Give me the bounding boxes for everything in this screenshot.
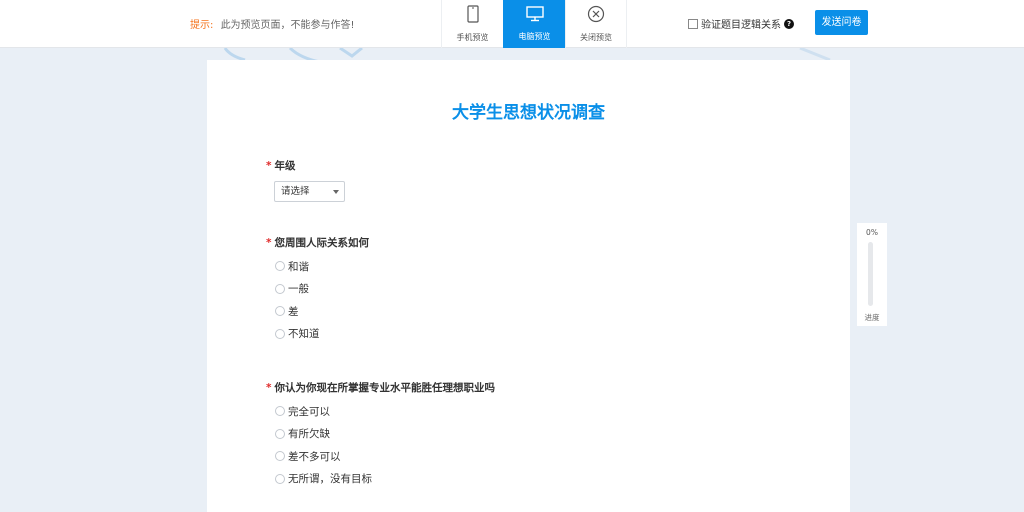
- phone-icon: [466, 5, 479, 27]
- preview-mode-group: 手机预览 电脑预览 关闭预览: [441, 0, 627, 48]
- required-mark: *: [266, 382, 272, 394]
- logic-check-option[interactable]: 验证题目逻辑关系 ?: [688, 16, 794, 31]
- radio-option[interactable]: 差: [275, 300, 369, 323]
- radio-button[interactable]: [275, 283, 285, 294]
- option-label: 差不多可以: [288, 450, 341, 463]
- mode-label: 手机预览: [456, 33, 489, 42]
- question-text: 您周围人际关系如何: [274, 237, 370, 249]
- send-survey-button[interactable]: 发送问卷: [815, 10, 868, 35]
- question-relationships: * 您周围人际关系如何 和谐 一般 差 不知道: [266, 235, 369, 345]
- radio-button[interactable]: [275, 261, 285, 272]
- required-mark: *: [266, 160, 272, 172]
- mode-label: 关闭预览: [580, 33, 612, 42]
- tab-mobile-preview[interactable]: 手机预览: [441, 0, 503, 48]
- logic-checkbox[interactable]: [688, 18, 698, 29]
- question-professional-skill: * 你认为你现在所掌握专业水平能胜任理想职业吗 完全可以 有所欠缺 差不多可以 无…: [266, 380, 495, 490]
- option-label: 和谐: [288, 260, 309, 273]
- radio-button[interactable]: [275, 473, 285, 484]
- select-value: 请选择: [281, 186, 310, 197]
- survey-title: 大学生思想状况调查: [452, 103, 605, 123]
- hint-label: 提示:: [190, 20, 214, 31]
- question-title: * 你认为你现在所掌握专业水平能胜任理想职业吗: [266, 380, 495, 395]
- radio-button[interactable]: [275, 428, 285, 439]
- radio-button[interactable]: [275, 451, 285, 462]
- preview-hint: 提示: 此为预览页面，不能参与作答!: [190, 16, 355, 31]
- top-toolbar: 提示: 此为预览页面，不能参与作答! 手机预览 电脑预览 关闭预览 验证题目逻辑…: [0, 0, 1024, 48]
- required-mark: *: [266, 237, 272, 249]
- help-icon[interactable]: ?: [784, 18, 794, 29]
- radio-button[interactable]: [275, 406, 285, 417]
- radio-button[interactable]: [275, 306, 285, 317]
- chevron-down-icon: [333, 190, 339, 194]
- radio-option[interactable]: 和谐: [275, 255, 369, 278]
- progress-percent: 0%: [866, 228, 878, 237]
- progress-widget: 0% 进度: [857, 223, 887, 326]
- option-label: 一般: [288, 283, 309, 296]
- close-circle-icon: [587, 5, 605, 27]
- survey-panel: 大学生思想状况调查 * 年级 请选择 * 您周围人际关系如何 和谐 一般 差 不知道…: [207, 60, 850, 512]
- question-title: * 年级: [266, 158, 345, 173]
- hint-text: 此为预览页面，不能参与作答!: [220, 20, 355, 31]
- question-title: * 您周围人际关系如何: [266, 235, 369, 250]
- radio-option[interactable]: 差不多可以: [275, 445, 495, 468]
- radio-option[interactable]: 无所谓，没有目标: [275, 468, 495, 491]
- tab-close-preview[interactable]: 关闭预览: [565, 0, 627, 48]
- logic-check-label: 验证题目逻辑关系: [701, 20, 781, 31]
- radio-button[interactable]: [275, 328, 285, 339]
- progress-track: [868, 242, 873, 306]
- question-grade: * 年级 请选择: [266, 158, 345, 202]
- question-text: 你认为你现在所掌握专业水平能胜任理想职业吗: [274, 382, 496, 394]
- option-label: 有所欠缺: [288, 428, 330, 441]
- option-label: 完全可以: [288, 405, 330, 418]
- option-label: 不知道: [288, 328, 320, 341]
- radio-option[interactable]: 有所欠缺: [275, 423, 495, 446]
- question-text: 年级: [274, 160, 296, 172]
- monitor-icon: [525, 6, 544, 26]
- radio-option[interactable]: 完全可以: [275, 400, 495, 423]
- option-label: 无所谓，没有目标: [288, 473, 372, 486]
- progress-label: 进度: [864, 313, 880, 322]
- option-label: 差: [288, 305, 299, 318]
- mode-label: 电脑预览: [518, 32, 551, 41]
- tab-desktop-preview[interactable]: 电脑预览: [503, 0, 565, 48]
- grade-select[interactable]: 请选择: [274, 181, 345, 202]
- radio-option[interactable]: 一般: [275, 278, 369, 301]
- radio-option[interactable]: 不知道: [275, 323, 369, 346]
